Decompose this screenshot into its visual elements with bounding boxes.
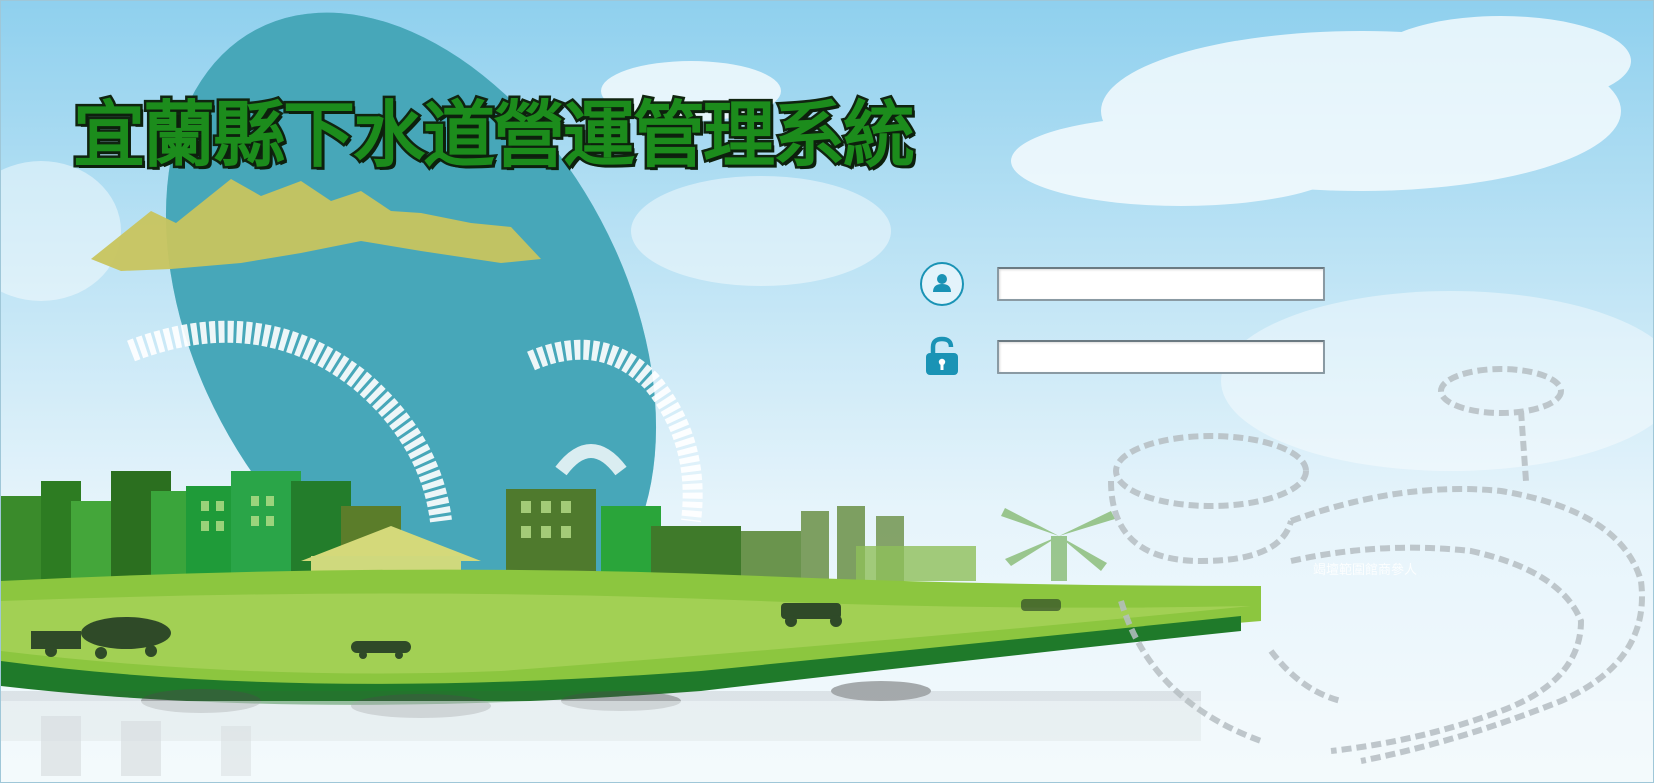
lock-icon bbox=[917, 332, 967, 382]
username-input[interactable] bbox=[997, 267, 1325, 301]
background-credit-text: 竭壇範圍館商參人 bbox=[1313, 563, 1418, 578]
password-row bbox=[917, 332, 1325, 382]
login-page: 宜蘭縣下水道營運管理系統 竭壇範圍館商參人 bbox=[0, 0, 1654, 783]
password-input[interactable] bbox=[997, 340, 1325, 374]
system-title: 宜蘭縣下水道營運管理系統 bbox=[70, 91, 917, 180]
username-row bbox=[917, 259, 1325, 309]
user-icon bbox=[917, 259, 967, 309]
